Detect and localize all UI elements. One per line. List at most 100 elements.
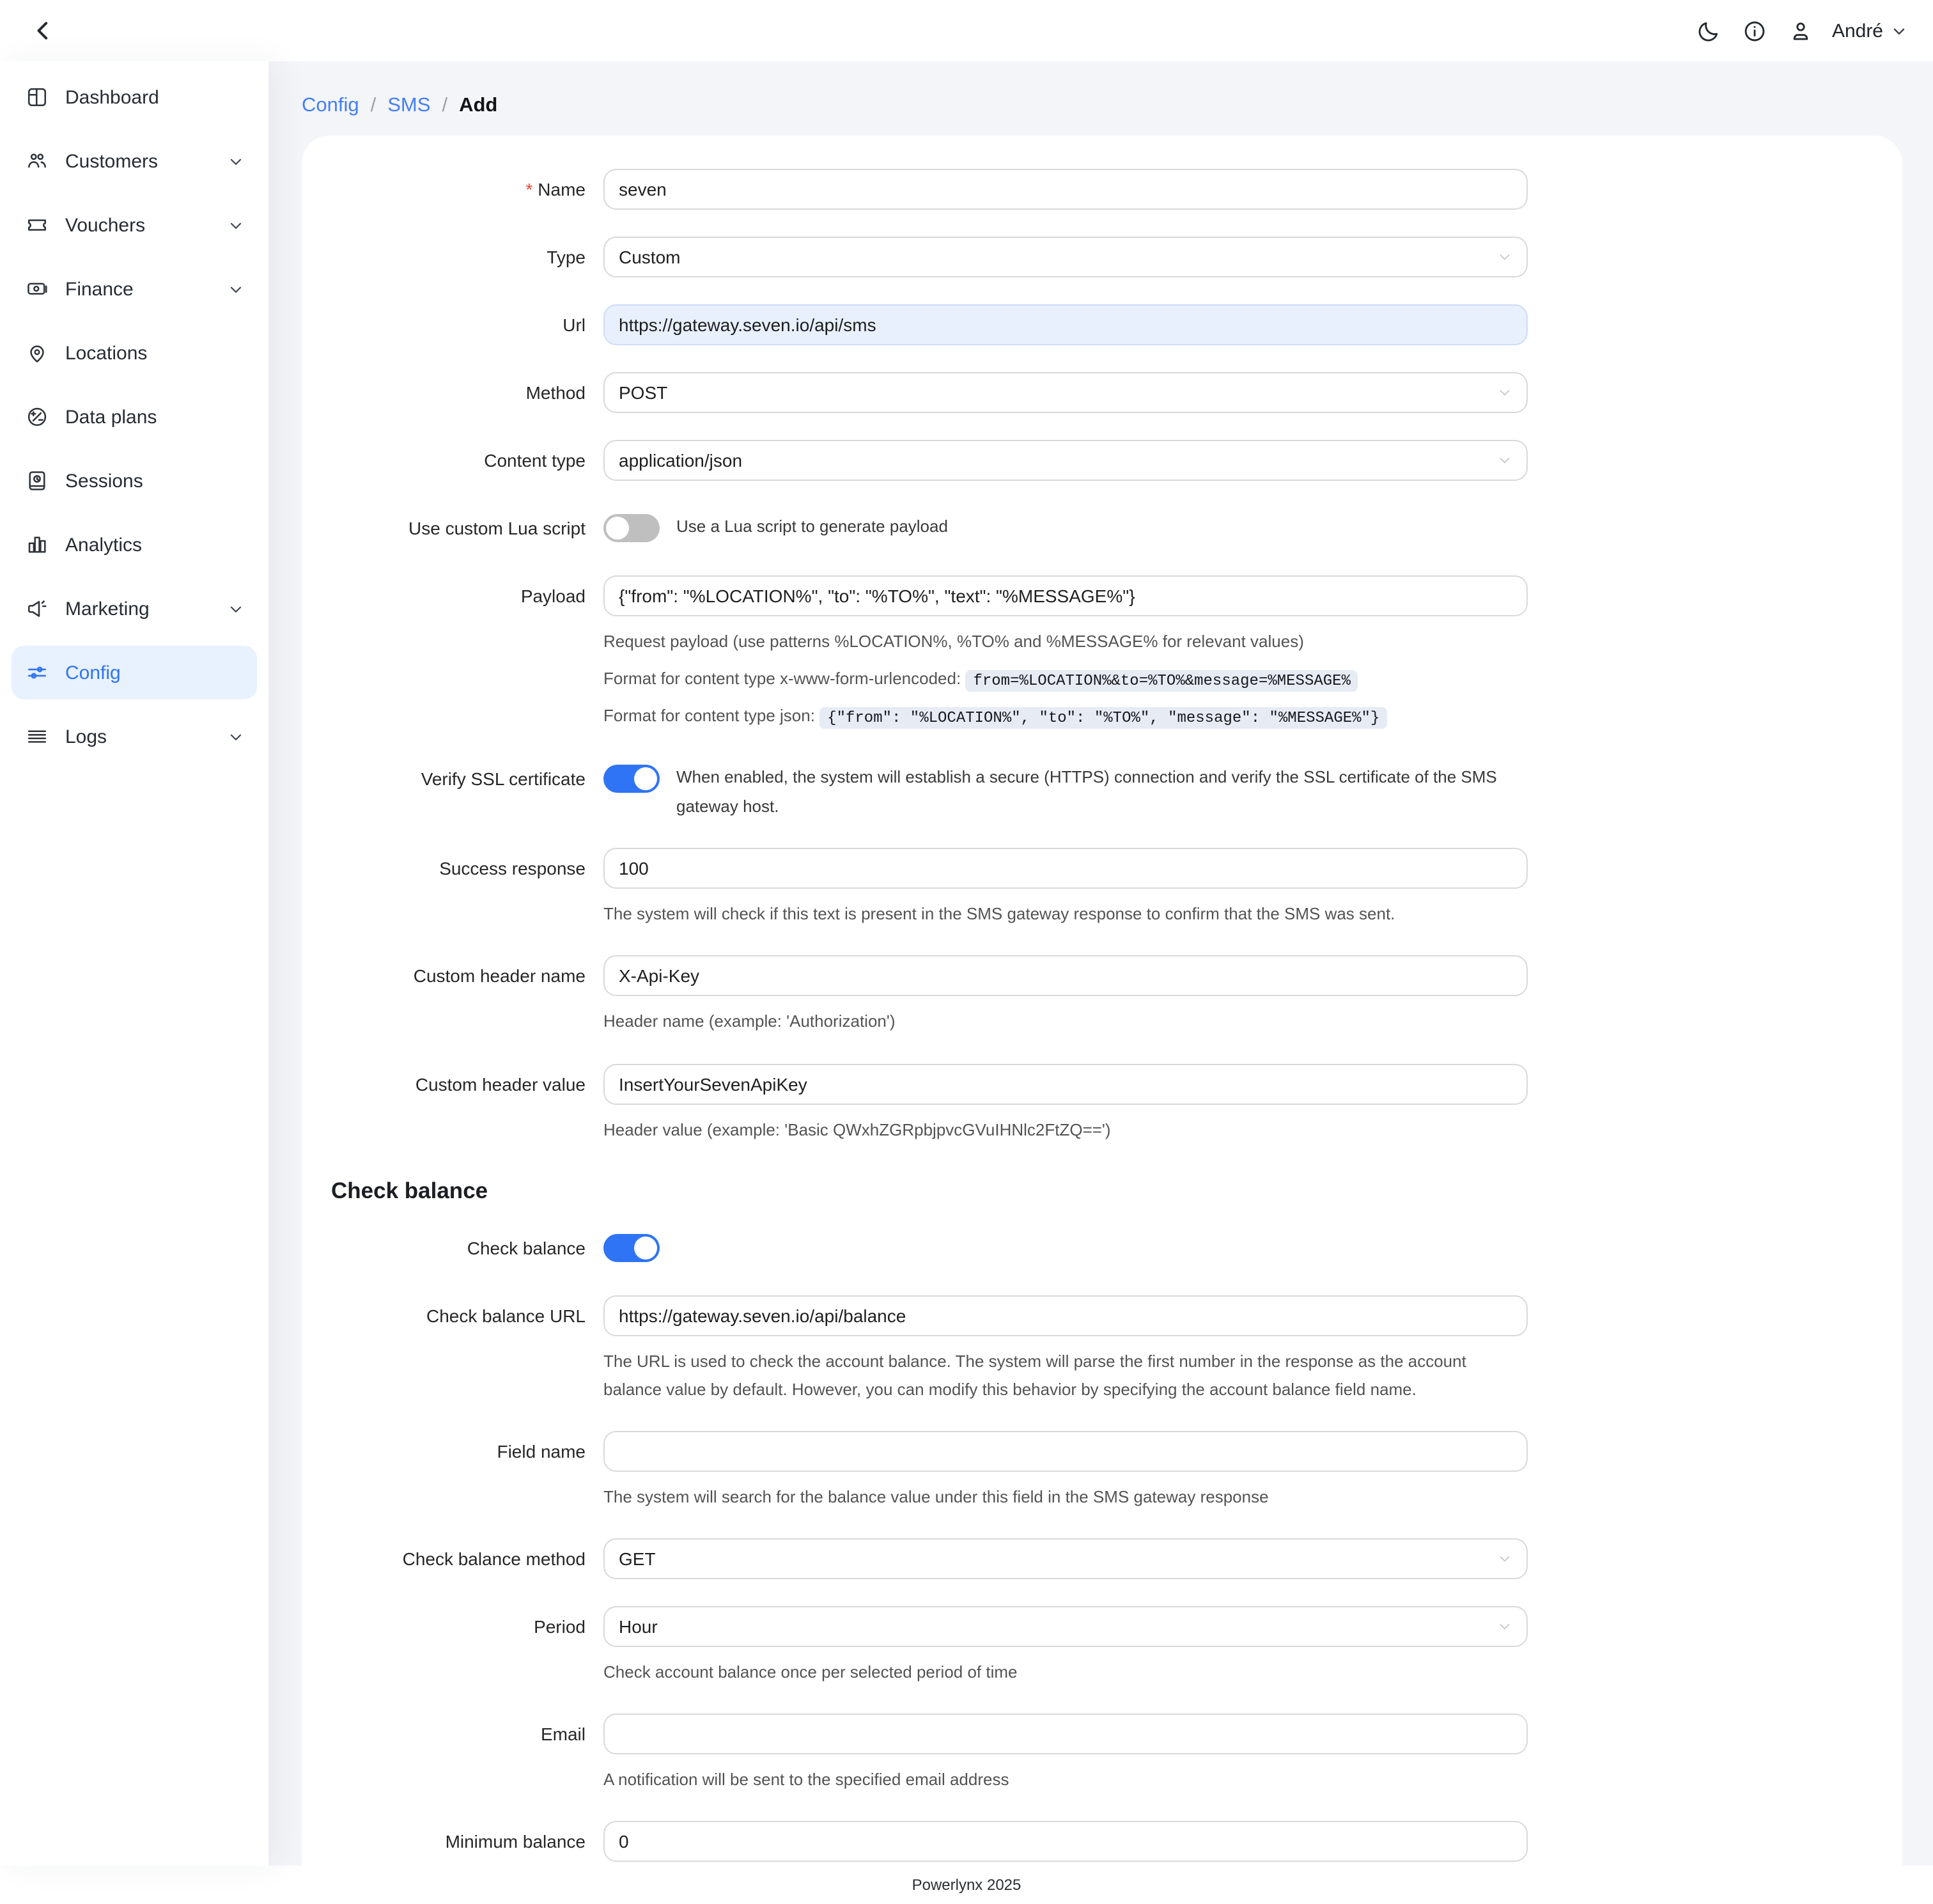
chevron-down-icon [228,281,244,297]
lua-script-toggle[interactable] [603,514,660,542]
period-select[interactable]: Hour [603,1606,1528,1647]
topbar-actions: André [1691,13,1907,49]
sidebar-item-data-plans[interactable]: Data plans [12,390,257,444]
method-select[interactable]: POST [603,372,1528,413]
sms-gateway-form-card: *Name Type Custom Url [302,136,1902,1904]
field-name-label: Field name [320,1431,603,1511]
success-response-input[interactable] [603,848,1528,889]
breadcrumb: Config / SMS / Add [302,95,1902,118]
breadcrumb-separator: / [371,95,377,118]
back-button[interactable] [26,13,61,49]
ssl-toggle[interactable] [603,765,660,793]
user-name: André [1832,20,1883,42]
custom-header-name-label: Custom header name [320,956,603,1036]
custom-header-value-label: Custom header value [320,1063,603,1144]
sidebar-item-customers[interactable]: Customers [12,134,257,188]
custom-header-name-field-row: Custom header name Header name (example:… [320,956,1872,1036]
breadcrumb-current: Add [459,95,497,118]
account-button[interactable] [1783,13,1819,49]
check-balance-url-help: The URL is used to check the account bal… [603,1347,1528,1403]
field-name-help: The system will search for the balance v… [603,1483,1528,1511]
dark-mode-button[interactable] [1691,13,1727,49]
breadcrumb-link-sms[interactable]: SMS [387,95,430,118]
check-balance-url-label: Check balance URL [320,1295,603,1403]
payload-help: Request payload (use patterns %LOCATION%… [603,628,1528,656]
payload-input[interactable] [603,575,1528,616]
url-field-row: Url [320,304,1872,345]
check-balance-url-field-row: Check balance URL The URL is used to che… [320,1295,1872,1403]
chevron-down-icon [1497,1619,1512,1634]
chevron-down-icon [1497,249,1512,265]
custom-header-value-input[interactable] [603,1063,1528,1104]
field-name-field-row: Field name The system will search for th… [320,1431,1872,1511]
footer-text: Powerlynx 2025 [912,1876,1021,1894]
email-help: A notification will be sent to the speci… [603,1766,1528,1794]
period-field-row: Period Hour Check account balance once p… [320,1606,1872,1687]
sidebar-item-vouchers[interactable]: Vouchers [12,198,257,252]
ssl-description: When enabled, the system will establish … [676,763,1528,822]
name-input[interactable] [603,169,1528,210]
sidebar-item-analytics[interactable]: Analytics [12,518,257,572]
chevron-down-icon [1891,22,1907,39]
page: André Dashboard Customers [0,0,1933,1904]
period-help: Check account balance once per selected … [603,1658,1528,1687]
sidebar-item-config[interactable]: Config [12,646,257,699]
sidebar-item-dashboard[interactable]: Dashboard [12,70,257,124]
email-input[interactable] [603,1713,1528,1754]
lua-script-label: Use custom Lua script [320,508,603,549]
info-icon [1743,19,1767,43]
bar-chart-icon [26,533,49,556]
ticket-icon [26,214,49,237]
info-button[interactable] [1737,13,1773,49]
sidebar: Dashboard Customers Vouchers [0,61,268,1866]
sidebar-item-finance[interactable]: Finance [12,262,257,316]
book-clock-icon [26,469,49,492]
sidebar-item-label: Data plans [65,406,244,428]
check-balance-url-input[interactable] [603,1295,1528,1336]
custom-header-name-help: Header name (example: 'Authorization') [603,1008,1528,1036]
chevron-down-icon [1497,385,1512,400]
check-balance-heading: Check balance [331,1177,1872,1204]
payload-format-urlencoded-code: from=%LOCATION%&to=%TO%&message=%MESSAGE… [965,669,1358,691]
period-label: Period [320,1606,603,1687]
user-menu[interactable]: André [1832,20,1907,42]
megaphone-icon [26,597,49,620]
chevron-left-icon [31,18,56,43]
chevron-down-icon [1497,453,1512,468]
check-balance-toggle[interactable] [603,1233,660,1261]
field-name-input[interactable] [603,1431,1528,1472]
sidebar-item-label: Logs [65,726,228,747]
chevron-down-icon [228,728,244,745]
breadcrumb-separator: / [442,95,447,118]
chevron-down-icon [228,600,244,617]
user-icon [1789,19,1813,43]
sliders-icon [26,661,49,684]
main-content: Config / SMS / Add *Name Type Custom [268,61,1933,1866]
success-response-help: The system will check if this text is pr… [603,901,1528,929]
sidebar-item-logs[interactable]: Logs [12,710,257,763]
minimum-balance-input[interactable] [603,1821,1528,1862]
ssl-field-row: Verify SSL certificate When enabled, the… [320,758,1872,822]
url-input[interactable] [603,304,1528,345]
chevron-down-icon [1497,1551,1512,1566]
sidebar-item-label: Vouchers [65,214,228,236]
sidebar-item-sessions[interactable]: Sessions [12,454,257,508]
breadcrumb-link-config[interactable]: Config [302,95,359,118]
payload-field-row: Payload Request payload (use patterns %L… [320,575,1872,731]
custom-header-value-field-row: Custom header value Header value (exampl… [320,1063,1872,1144]
check-balance-method-select[interactable]: GET [603,1538,1528,1579]
banknote-icon [26,277,49,300]
sidebar-item-label: Analytics [65,534,244,556]
moon-icon [1697,19,1721,43]
method-field-row: Method POST [320,372,1872,413]
email-label: Email [320,1713,603,1794]
lua-script-description: Use a Lua script to generate payload [676,513,948,542]
custom-header-name-input[interactable] [603,956,1528,997]
map-pin-icon [26,341,49,364]
method-label: Method [320,372,603,413]
content-type-field-row: Content type application/json [320,440,1872,481]
type-select[interactable]: Custom [603,237,1528,277]
sidebar-item-locations[interactable]: Locations [12,326,257,380]
sidebar-item-marketing[interactable]: Marketing [12,582,257,636]
content-type-select[interactable]: application/json [603,440,1528,481]
